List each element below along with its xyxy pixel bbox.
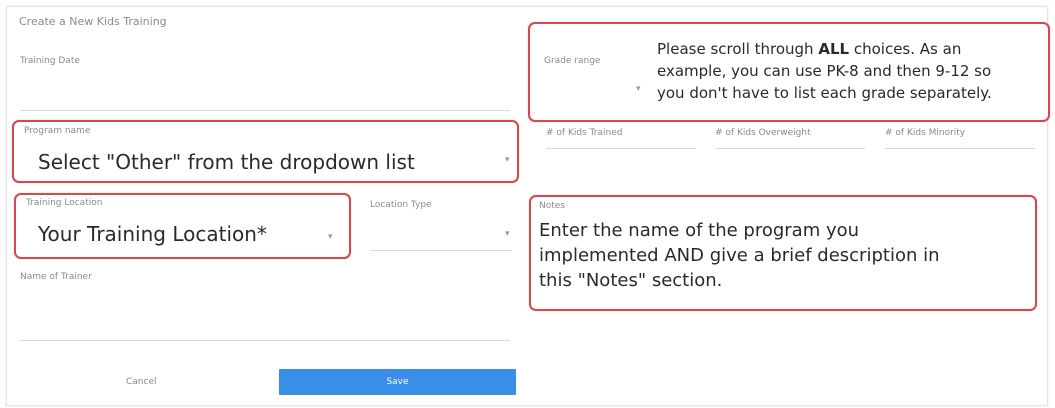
grade-instructions-line-1: Please scroll through ALL choices. As an	[657, 40, 962, 58]
grade-instructions-line-2: example, you can use PK-8 and then 9-12 …	[657, 62, 992, 80]
grade-range-label: Grade range	[544, 56, 601, 66]
kids-minority-label: # of Kids Minority	[885, 128, 966, 138]
program-name-value[interactable]: Select "Other" from the dropdown list	[38, 150, 415, 174]
kids-minority-input[interactable]	[885, 148, 1035, 149]
location-type-label: Location Type	[370, 200, 432, 210]
location-type-select[interactable]	[370, 250, 512, 251]
trainer-name-label: Name of Trainer	[20, 272, 92, 282]
kids-trained-input[interactable]	[546, 148, 696, 149]
trainer-name-input[interactable]	[20, 340, 510, 341]
training-date-input[interactable]	[20, 110, 510, 111]
grade-instructions-line-3: you don't have to list each grade separa…	[657, 84, 992, 102]
program-chevron-down-icon[interactable]: ▾	[505, 155, 510, 165]
training-location-label: Training Location	[26, 198, 103, 208]
notes-instructions-line-1: Enter the name of the program you	[539, 220, 860, 241]
kids-trained-label: # of Kids Trained	[546, 128, 623, 138]
grade-range-caret-icon[interactable]: ▾	[636, 84, 641, 94]
kids-overweight-label: # of Kids Overweight	[715, 128, 811, 138]
grade-range-instructions: Please scroll through ALL choices. As an…	[657, 38, 1042, 104]
training-location-chevron-down-icon[interactable]: ▾	[328, 232, 333, 242]
notes-instructions-line-3: this "Notes" section.	[539, 270, 723, 291]
program-name-label: Program name	[24, 126, 91, 136]
grade-instructions-emphasis: ALL	[818, 40, 850, 58]
save-button[interactable]: Save	[279, 369, 516, 395]
notes-instructions-line-2: implemented AND give a brief description…	[539, 245, 940, 266]
training-location-value[interactable]: Your Training Location*	[38, 222, 267, 246]
notes-label: Notes	[539, 201, 565, 211]
training-date-label: Training Date	[20, 56, 80, 66]
kids-overweight-input[interactable]	[715, 148, 865, 149]
cancel-button[interactable]: Cancel	[126, 377, 157, 387]
location-type-chevron-down-icon[interactable]: ▾	[505, 229, 510, 239]
form-title: Create a New Kids Training	[19, 15, 167, 28]
notes-instructions: Enter the name of the program you implem…	[539, 218, 1027, 293]
